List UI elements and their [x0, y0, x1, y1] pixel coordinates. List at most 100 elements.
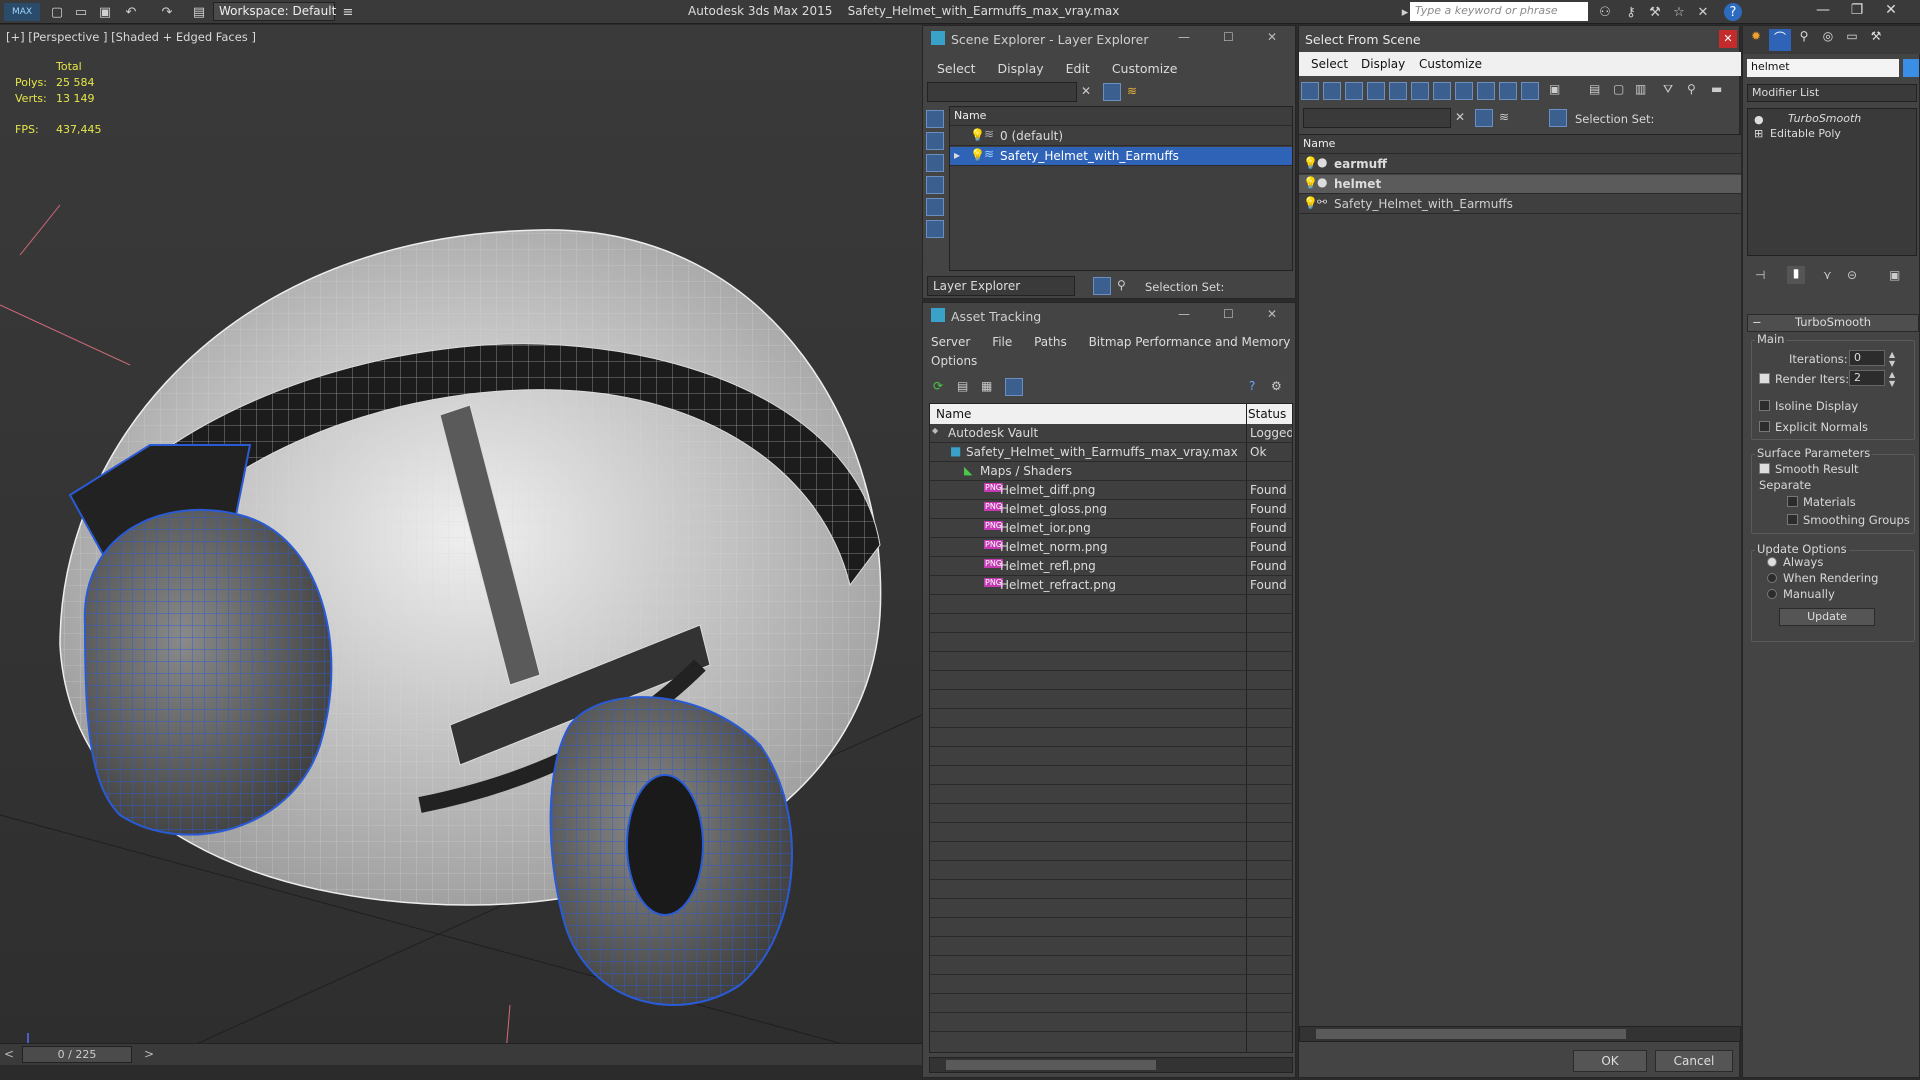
at-minimize-icon[interactable]: —: [1178, 307, 1190, 321]
isoline-display-checkbox[interactable]: [1759, 400, 1770, 411]
turbosmooth-rollout-header[interactable]: − TurboSmooth: [1747, 314, 1919, 332]
stack-item-editable-poly[interactable]: Editable Poly: [1770, 127, 1841, 140]
project-folder-icon[interactable]: ▤: [190, 3, 208, 21]
make-unique-icon[interactable]: ⋎: [1823, 268, 1832, 282]
ss-scroll-thumb[interactable]: [1316, 1029, 1626, 1039]
open-file-icon[interactable]: ▭: [72, 3, 90, 21]
ss-row-helmet[interactable]: 💡 ● helmet: [1299, 175, 1741, 194]
minimize-icon[interactable]: —: [1806, 2, 1840, 22]
render-iters-spinner[interactable]: 2: [1849, 370, 1885, 386]
se-minimize-icon[interactable]: —: [1178, 30, 1190, 44]
ss-col-name[interactable]: Name: [1299, 135, 1741, 154]
at-close-icon[interactable]: ✕: [1267, 307, 1277, 321]
se-display-lights-icon[interactable]: [926, 176, 944, 194]
table-view-icon[interactable]: [1005, 378, 1023, 396]
ss-horizontal-scrollbar[interactable]: [1299, 1026, 1741, 1042]
se-display-helpers-icon[interactable]: [926, 220, 944, 238]
ss-menu-customize[interactable]: Customize: [1419, 57, 1482, 71]
close-icon[interactable]: ✕: [1874, 2, 1908, 22]
at-menu-paths[interactable]: Paths: [1034, 335, 1067, 349]
light-bulb-icon[interactable]: 💡: [1303, 156, 1318, 170]
asset-row[interactable]: PNG Helmet_ior.png Found: [930, 519, 1292, 538]
detail-view-icon[interactable]: ▦: [981, 379, 992, 393]
at-menu-server[interactable]: Server: [931, 335, 970, 349]
select-scene-close-icon[interactable]: ✕: [1719, 30, 1737, 48]
se-menu-customize[interactable]: Customize: [1112, 61, 1178, 76]
materials-checkbox[interactable]: [1787, 496, 1798, 507]
modifier-list-dropdown[interactable]: Modifier List: [1747, 84, 1917, 102]
favorites-icon[interactable]: ☆: [1670, 3, 1688, 21]
ss-clear-icon[interactable]: ✕: [1455, 110, 1465, 124]
undo-icon[interactable]: ↶: [122, 3, 140, 21]
asset-row[interactable]: PNG Helmet_norm.png Found: [930, 538, 1292, 557]
ss-display-all-icon[interactable]: ▤: [1589, 82, 1600, 96]
se-display-none-icon[interactable]: [926, 110, 944, 128]
light-bulb-icon[interactable]: 💡: [1303, 176, 1318, 190]
update-button[interactable]: Update: [1779, 608, 1875, 626]
se-explorer-dropdown[interactable]: Layer Explorer: [927, 276, 1075, 296]
asset-row[interactable]: ■ Safety_Helmet_with_Earmuffs_max_vray.ma…: [930, 443, 1292, 462]
se-display-cameras-icon[interactable]: [926, 198, 944, 216]
create-tab-icon[interactable]: ✹: [1745, 29, 1767, 51]
ss-xrefs-icon[interactable]: [1477, 82, 1495, 100]
ss-menu-display[interactable]: Display: [1361, 57, 1405, 71]
at-menu-bitmap[interactable]: Bitmap Performance and Memory: [1089, 335, 1291, 349]
ss-lights-icon[interactable]: [1367, 82, 1385, 100]
ss-containers-icon[interactable]: [1521, 82, 1539, 100]
se-row-default-layer[interactable]: 💡 ≋ 0 (default): [950, 127, 1292, 146]
at-horizontal-scrollbar[interactable]: [929, 1057, 1293, 1073]
se-clear-icon[interactable]: ✕: [1081, 84, 1091, 98]
asset-row[interactable]: ◣ Maps / Shaders: [930, 462, 1292, 481]
object-name-input[interactable]: helmet: [1747, 59, 1899, 77]
communication-icon[interactable]: ⚒: [1646, 3, 1664, 21]
pin-stack-icon[interactable]: ⊣: [1755, 268, 1765, 282]
se-maximize-icon[interactable]: ☐: [1223, 30, 1234, 44]
ss-options-icon[interactable]: ▬: [1711, 82, 1722, 96]
ss-groups-icon[interactable]: [1455, 82, 1473, 100]
workspace-dropdown[interactable]: Workspace: Default: [213, 2, 336, 21]
se-layer-icon[interactable]: ≋: [1127, 84, 1137, 98]
time-slider[interactable]: < 0 / 225 >: [0, 1043, 922, 1065]
ss-find-filter-icon[interactable]: [1475, 109, 1493, 127]
app-logo[interactable]: MAX: [4, 3, 40, 21]
smoothing-groups-checkbox[interactable]: [1787, 514, 1798, 525]
exchange-icon[interactable]: ✕: [1694, 3, 1712, 21]
ss-filter-icon[interactable]: ⛛: [1663, 82, 1673, 97]
configure-sets-icon[interactable]: ▣: [1889, 268, 1900, 282]
explicit-normals-checkbox[interactable]: [1759, 421, 1770, 432]
at-col-status[interactable]: Status: [1248, 407, 1286, 421]
ss-row-group[interactable]: 💡 ⚯ Safety_Helmet_with_Earmuffs: [1299, 195, 1741, 214]
asset-row[interactable]: PNG Helmet_refl.png Found: [930, 557, 1292, 576]
ss-bones-icon[interactable]: [1499, 82, 1517, 100]
hierarchy-tab-icon[interactable]: ⚲: [1793, 29, 1815, 51]
list-view-icon[interactable]: ▤: [957, 379, 968, 393]
se-close-icon[interactable]: ✕: [1267, 30, 1277, 44]
cancel-button[interactable]: Cancel: [1655, 1050, 1733, 1072]
expand-icon[interactable]: ⊞: [1754, 127, 1763, 140]
ss-shapes-icon[interactable]: [1345, 82, 1363, 100]
se-row-helmet-layer[interactable]: ▸ 💡 ≋ Safety_Helmet_with_Earmuffs: [950, 147, 1292, 166]
at-maximize-icon[interactable]: ☐: [1223, 307, 1234, 321]
ss-geometry-icon[interactable]: [1323, 82, 1341, 100]
ss-helpers-icon[interactable]: [1411, 82, 1429, 100]
iterations-spinner[interactable]: 0: [1849, 350, 1885, 366]
ss-spacewarps-icon[interactable]: [1433, 82, 1451, 100]
light-bulb-icon[interactable]: 💡: [970, 128, 985, 142]
ss-display-none-all-icon[interactable]: ▢: [1613, 82, 1624, 96]
asset-row[interactable]: PNG Helmet_refract.png Found: [930, 576, 1292, 595]
bulb-icon[interactable]: ●: [1754, 113, 1764, 126]
motion-tab-icon[interactable]: ◎: [1817, 29, 1839, 51]
se-menu-display[interactable]: Display: [998, 61, 1044, 76]
asset-row[interactable]: PNG Helmet_gloss.png Found: [930, 500, 1292, 519]
se-display-shapes-icon[interactable]: [926, 154, 944, 172]
ss-invert-icon[interactable]: ▥: [1635, 82, 1646, 96]
refresh-icon[interactable]: ⟳: [933, 379, 943, 393]
at-menu-file[interactable]: File: [992, 335, 1012, 349]
light-bulb-icon[interactable]: 💡: [1303, 196, 1318, 210]
object-color-swatch[interactable]: [1903, 59, 1919, 77]
light-bulb-icon[interactable]: 💡: [970, 148, 985, 162]
menu-dropdown-icon[interactable]: ≡: [339, 3, 357, 21]
ss-row-earmuff[interactable]: 💡 ● earmuff: [1299, 155, 1741, 174]
se-display-geometry-icon[interactable]: [926, 132, 944, 150]
at-help-icon[interactable]: ?: [1249, 379, 1255, 393]
